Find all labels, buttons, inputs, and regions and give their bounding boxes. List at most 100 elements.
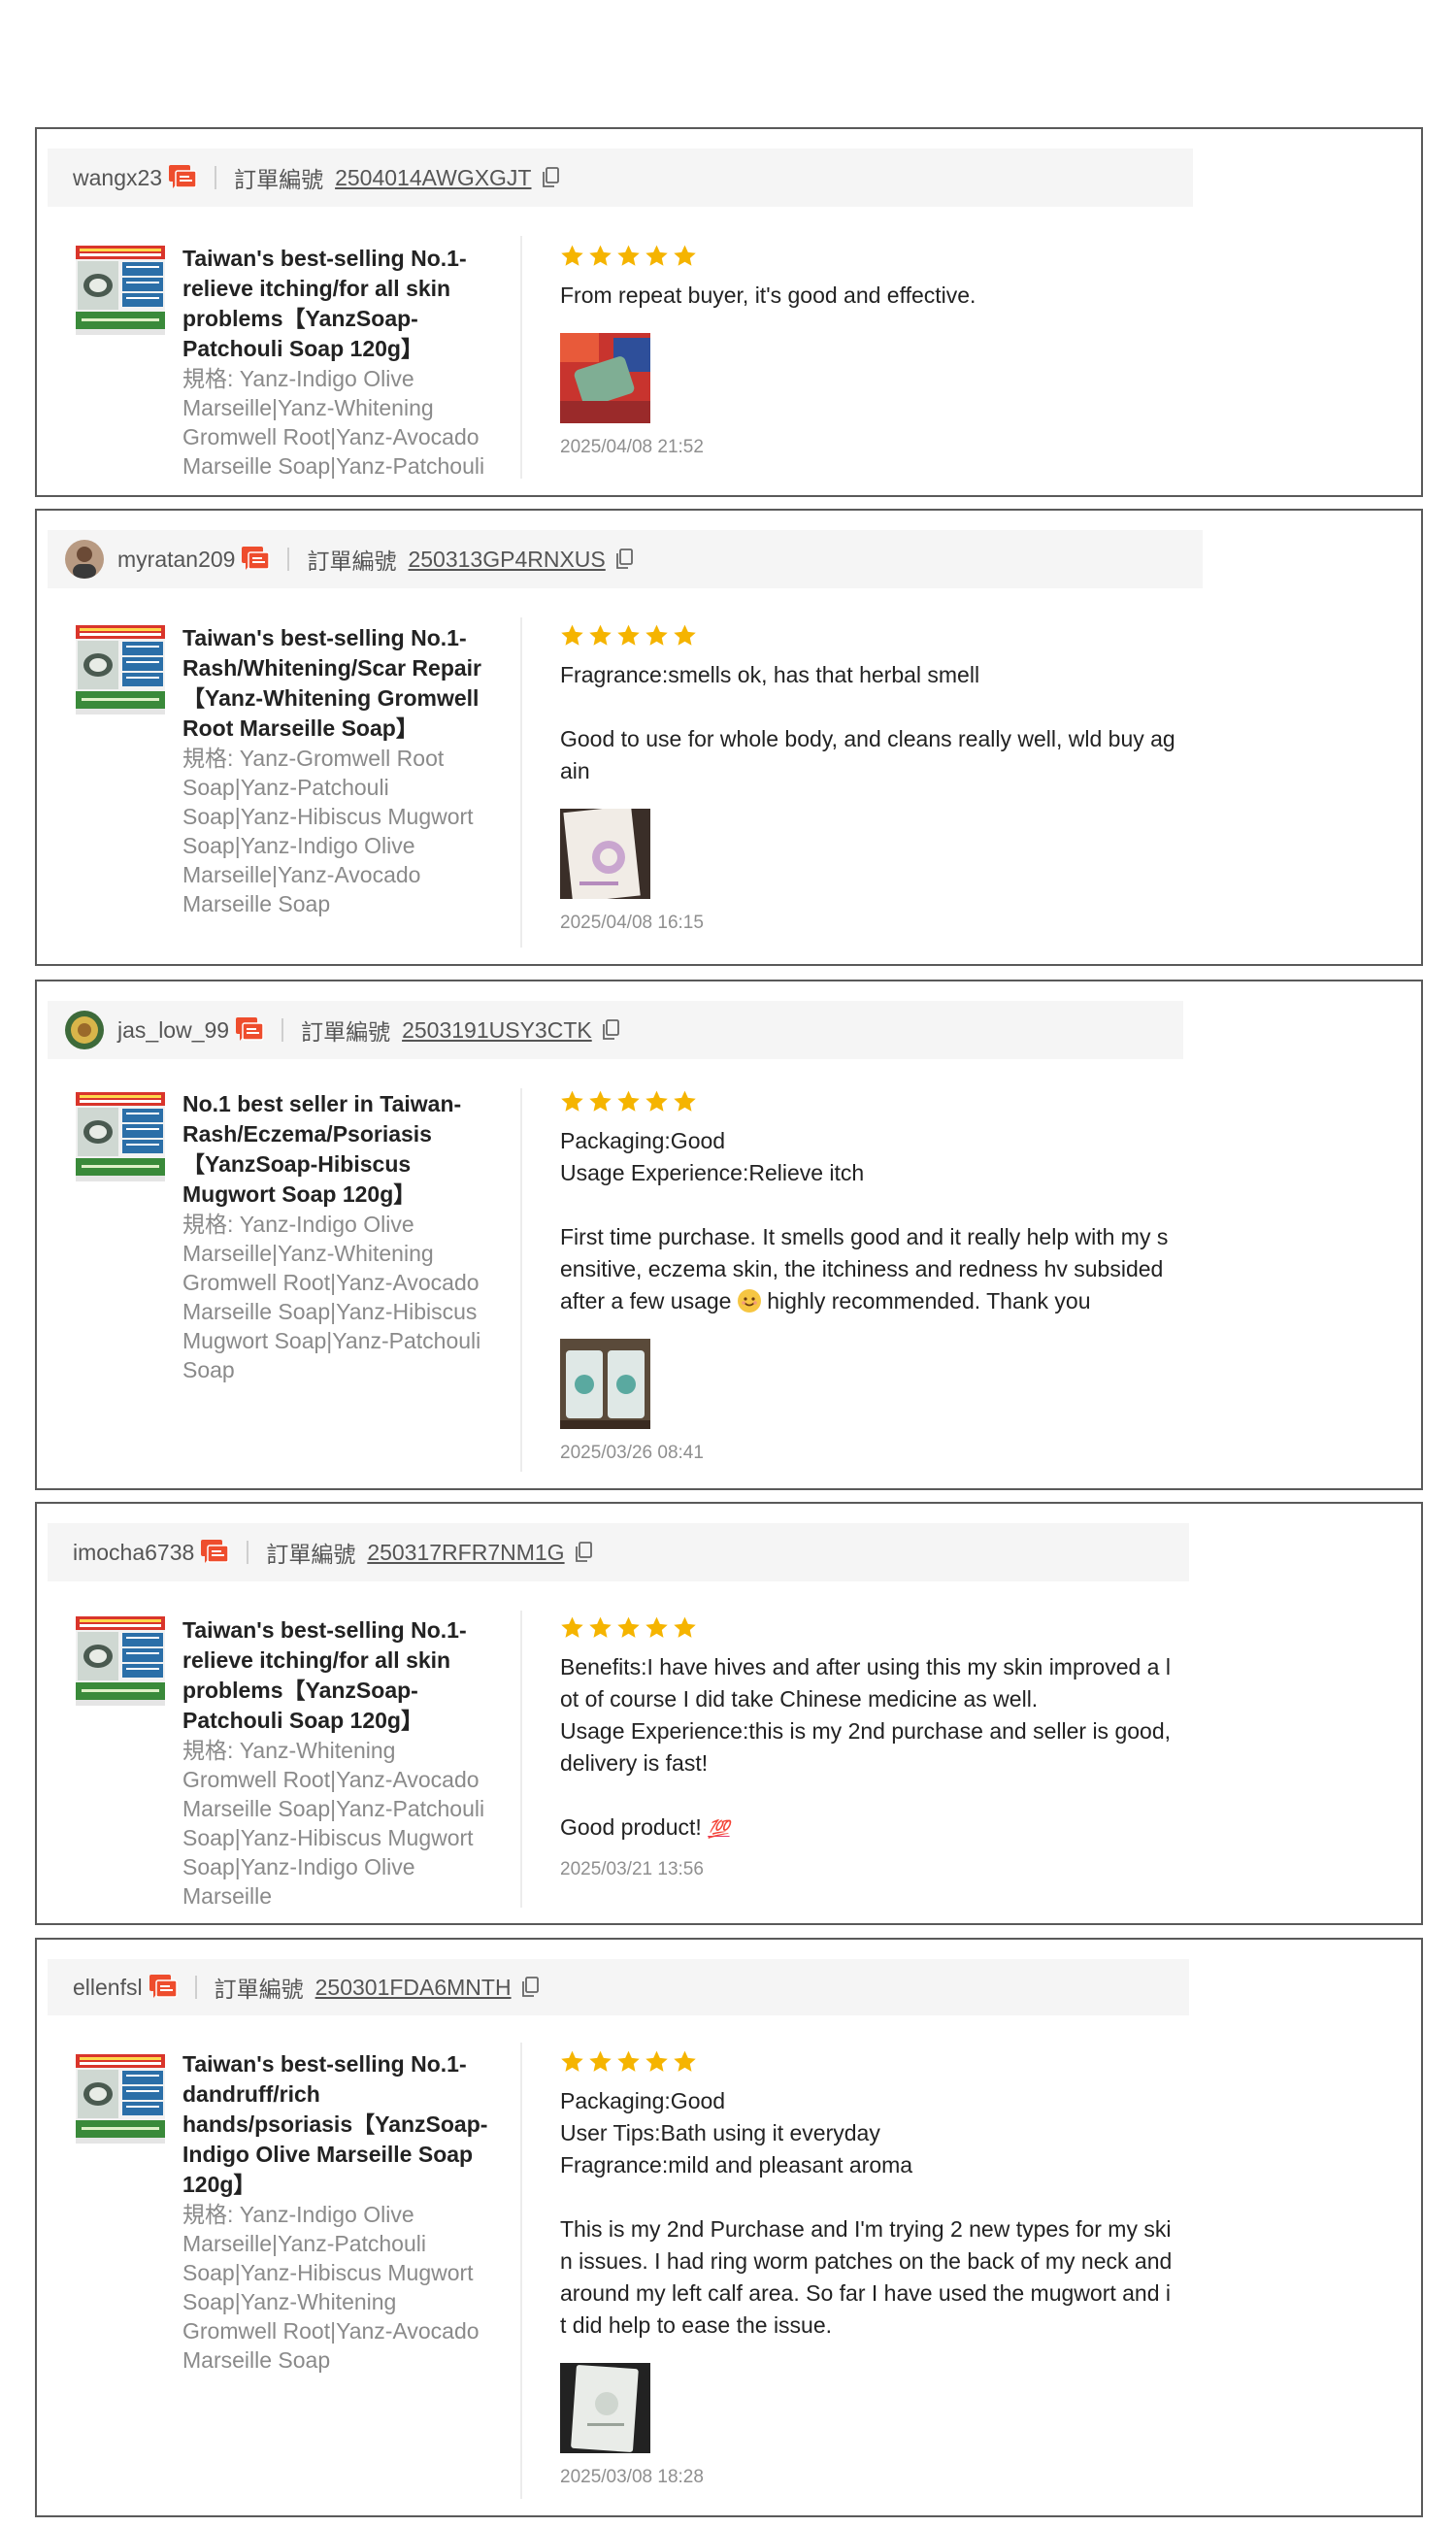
review-header: myratan209 訂單編號 250313GP4RNXUS xyxy=(48,530,1203,588)
star-icon xyxy=(673,623,697,648)
review-date: 2025/03/08 18:28 xyxy=(560,2467,704,2487)
star-icon xyxy=(560,244,584,268)
product-thumbnail[interactable] xyxy=(76,246,165,335)
product-thumbnail[interactable] xyxy=(76,1092,165,1181)
review-card: imocha6738 訂單編號 250317RFR7NM1G Taiwan's … xyxy=(35,1502,1423,1925)
review-text: From repeat buyer, it's good and effecti… xyxy=(560,283,976,308)
product-info: Taiwan's best-selling No.1-relieve itchi… xyxy=(182,1615,495,1911)
order-number-link[interactable]: 250301FDA6MNTH xyxy=(315,1975,512,2001)
column-divider xyxy=(520,2043,522,2499)
order-number-label: 訂單編號 xyxy=(301,1019,391,1045)
chat-icon[interactable] xyxy=(235,1016,264,1044)
star-rating xyxy=(560,2049,1176,2074)
product-name[interactable]: Taiwan's best-selling No.1-relieve itchi… xyxy=(182,1615,495,1736)
star-rating xyxy=(560,623,1176,648)
star-icon xyxy=(673,1089,697,1114)
order-number-link[interactable]: 2504014AWGXGJT xyxy=(335,165,531,191)
buyer-username[interactable]: jas_low_99 xyxy=(117,1017,229,1044)
buyer-username[interactable]: wangx23 xyxy=(73,165,162,191)
star-rating xyxy=(560,1089,1176,1114)
star-icon xyxy=(673,244,697,268)
order-number-link[interactable]: 250313GP4RNXUS xyxy=(408,547,605,573)
review-photo[interactable] xyxy=(560,809,650,899)
product-variation: 規格: Yanz-Whitening Gromwell Root|Yanz-Av… xyxy=(182,1738,485,1909)
review-text: Packaging:Good User Tips:Bath using it e… xyxy=(560,2088,1173,2338)
product-thumbnail[interactable] xyxy=(76,1616,165,1706)
star-icon xyxy=(588,623,612,648)
buyer-username[interactable]: myratan209 xyxy=(117,547,235,573)
star-rating xyxy=(560,244,1176,268)
review-content: Packaging:Good User Tips:Bath using it e… xyxy=(560,2049,1176,2488)
buyer-username[interactable]: ellenfsl xyxy=(73,1975,143,2001)
review-text-part: highly recommended. Thank you xyxy=(760,1288,1091,1313)
order-number-link[interactable]: 250317RFR7NM1G xyxy=(367,1540,564,1566)
review-text-part: Packaging:Good Usage Experience:Relieve … xyxy=(560,1128,1169,1313)
product-variation: 規格: Yanz-Gromwell Root Soap|Yanz-Patchou… xyxy=(182,746,474,916)
star-icon xyxy=(588,1089,612,1114)
chat-icon[interactable] xyxy=(149,1974,178,2001)
star-icon xyxy=(588,2049,612,2074)
product-info: Taiwan's best-selling No.1-relieve itchi… xyxy=(182,244,495,481)
star-icon xyxy=(673,1615,697,1640)
product-variation: 規格: Yanz-Indigo Olive Marseille|Yanz-Whi… xyxy=(182,366,485,479)
star-icon xyxy=(588,1615,612,1640)
avatar[interactable] xyxy=(65,1011,104,1049)
star-rating xyxy=(560,1615,1176,1640)
star-icon xyxy=(588,244,612,268)
buyer-username[interactable]: imocha6738 xyxy=(73,1540,194,1566)
copy-icon[interactable] xyxy=(542,167,559,188)
product-name[interactable]: No.1 best seller in Taiwan-Rash/Eczema/P… xyxy=(182,1089,495,1210)
review-photo[interactable] xyxy=(560,2363,650,2453)
avatar[interactable] xyxy=(65,540,104,579)
review-date: 2025/03/26 08:41 xyxy=(560,1443,704,1463)
chat-icon[interactable] xyxy=(200,1539,229,1566)
divider xyxy=(215,166,217,189)
review-photo[interactable] xyxy=(560,1339,650,1429)
copy-icon[interactable] xyxy=(602,1019,619,1041)
review-card: wangx23 訂單編號 2504014AWGXGJT Taiwan's bes… xyxy=(35,127,1423,497)
column-divider xyxy=(520,236,522,479)
star-icon xyxy=(645,623,669,648)
product-name[interactable]: Taiwan's best-selling No.1-dandruff/rich… xyxy=(182,2049,495,2200)
product-thumbnail[interactable] xyxy=(76,2054,165,2144)
divider xyxy=(194,1976,197,1999)
order-number-label: 訂單編號 xyxy=(234,167,324,192)
review-text: Packaging:Good Usage Experience:Relieve … xyxy=(560,1125,1176,1317)
review-card: myratan209 訂單編號 250313GP4RNXUS Taiwan's … xyxy=(35,509,1423,966)
copy-icon[interactable] xyxy=(521,1977,539,1998)
star-icon xyxy=(673,2049,697,2074)
column-divider xyxy=(520,1611,522,1908)
chat-icon[interactable] xyxy=(168,164,197,191)
star-icon xyxy=(645,244,669,268)
column-divider xyxy=(520,617,522,948)
product-name[interactable]: Taiwan's best-selling No.1-relieve itchi… xyxy=(182,244,495,364)
product-name[interactable]: Taiwan's best-selling No.1-Rash/Whitenin… xyxy=(182,623,495,744)
star-icon xyxy=(645,2049,669,2074)
divider xyxy=(281,1018,284,1042)
star-icon xyxy=(616,623,641,648)
product-thumbnail[interactable] xyxy=(76,625,165,715)
order-number-link[interactable]: 2503191USY3CTK xyxy=(402,1017,592,1044)
star-icon xyxy=(560,1615,584,1640)
review-header: wangx23 訂單編號 2504014AWGXGJT xyxy=(48,149,1193,207)
review-text-part: Benefits:I have hives and after using th… xyxy=(560,1654,1172,1840)
product-info: Taiwan's best-selling No.1-dandruff/rich… xyxy=(182,2049,495,2375)
copy-icon[interactable] xyxy=(575,1542,592,1563)
smile-emoji-icon xyxy=(737,1289,761,1313)
review-content: Fragrance:smells ok, has that herbal sme… xyxy=(560,623,1176,934)
review-header: imocha6738 訂單編號 250317RFR7NM1G xyxy=(48,1523,1189,1581)
chat-icon[interactable] xyxy=(241,546,270,573)
review-content: From repeat buyer, it's good and effecti… xyxy=(560,244,1176,458)
star-icon xyxy=(560,1089,584,1114)
review-photo[interactable] xyxy=(560,333,650,423)
product-variation: 規格: Yanz-Indigo Olive Marseille|Yanz-Pat… xyxy=(182,2202,480,2373)
star-icon xyxy=(616,1615,641,1640)
review-date: 2025/03/21 13:56 xyxy=(560,1859,704,1879)
review-date: 2025/04/08 21:52 xyxy=(560,437,704,457)
review-text: Fragrance:smells ok, has that herbal sme… xyxy=(560,662,1175,783)
copy-icon[interactable] xyxy=(615,549,633,570)
order-number-label: 訂單編號 xyxy=(307,549,397,574)
star-icon xyxy=(560,623,584,648)
product-info: Taiwan's best-selling No.1-Rash/Whitenin… xyxy=(182,623,495,918)
star-icon xyxy=(616,1089,641,1114)
